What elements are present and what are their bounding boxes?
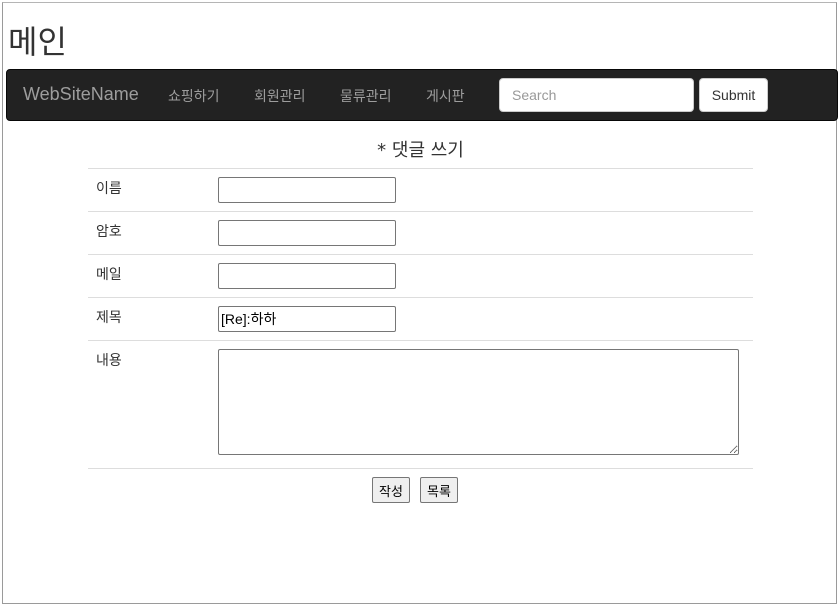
name-field[interactable] (218, 177, 396, 203)
email-field[interactable] (218, 263, 396, 289)
form-row-content: 내용 (88, 340, 753, 467)
nav-item-members[interactable]: 회원관리 (254, 86, 306, 106)
form-heading: * 댓글 쓰기 (377, 140, 464, 161)
form-row-password: 암호 (88, 211, 753, 254)
form-row-subject: 제목 (88, 297, 753, 340)
nav-item-board[interactable]: 게시판 (426, 86, 465, 106)
comment-form: 이름 암호 메일 제목 내용 (88, 168, 753, 467)
brand-link[interactable]: WebSiteName (23, 84, 139, 105)
form-row-name: 이름 (88, 168, 753, 211)
search-input[interactable] (499, 78, 694, 112)
nav-item-shopping[interactable]: 쇼핑하기 (168, 86, 220, 106)
nav-item-logistics[interactable]: 물류관리 (340, 86, 392, 106)
content-textarea[interactable] (218, 349, 739, 455)
subject-label: 제목 (96, 310, 122, 326)
form-divider (88, 468, 753, 469)
password-field[interactable] (218, 220, 396, 246)
top-navbar: WebSiteName 쇼핑하기 회원관리 물류관리 게시판 Submit (6, 69, 838, 121)
content-label: 내용 (96, 353, 122, 369)
email-label: 메일 (96, 267, 122, 283)
subject-field[interactable] (218, 306, 396, 332)
name-label: 이름 (96, 181, 122, 197)
write-button[interactable]: 작성 (372, 477, 410, 503)
list-button[interactable]: 목록 (420, 477, 458, 503)
page-title: 메인 (8, 23, 67, 61)
submit-button[interactable]: Submit (699, 78, 768, 112)
browser-viewport: 메인 WebSiteName 쇼핑하기 회원관리 물류관리 게시판 Submit… (2, 2, 838, 604)
form-row-email: 메일 (88, 254, 753, 297)
password-label: 암호 (96, 224, 122, 240)
